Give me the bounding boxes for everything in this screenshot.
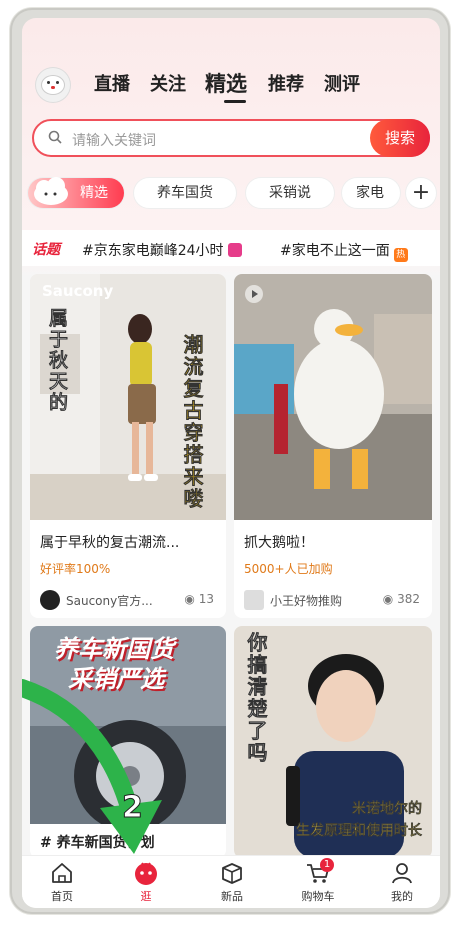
cart-badge: 1 bbox=[320, 858, 334, 872]
chip-buyer-talk[interactable]: 采销说 bbox=[246, 178, 334, 208]
nav-home[interactable]: 首页 bbox=[32, 860, 92, 904]
card-author: 小王好物推购 bbox=[244, 590, 342, 610]
top-bar: 直播 关注 精选 推荐 测评 bbox=[22, 62, 440, 108]
nose bbox=[51, 86, 55, 89]
chip-label: 精选 bbox=[80, 185, 108, 201]
nav-cart[interactable]: 1 购物车 bbox=[288, 858, 348, 904]
add-chip-button[interactable]: + bbox=[406, 178, 436, 208]
box-icon bbox=[222, 863, 242, 884]
play-icon bbox=[245, 285, 263, 303]
card-title: 属于早秋的复古潮流... bbox=[40, 535, 180, 551]
chip-car-brands[interactable]: 养车国货 bbox=[134, 178, 236, 208]
tab-review[interactable]: 测评 bbox=[324, 70, 360, 96]
topic-item[interactable]: #家电不止这一面热 bbox=[280, 240, 408, 262]
brand-logo: Saucony bbox=[42, 282, 114, 300]
tab-featured[interactable]: 精选 bbox=[205, 68, 247, 98]
card-meta: 5000+人已加购 bbox=[244, 562, 333, 576]
home-icon bbox=[52, 863, 72, 883]
feed-card[interactable]: Saucony 属于秋天的 潮流复古穿搭来喽 属于早秋的复古潮流... 好评率1… bbox=[30, 274, 226, 618]
overlay-line: 养车新国货 bbox=[54, 635, 174, 663]
author-name: Saucony官方... bbox=[66, 594, 153, 608]
caption-line: 米诺地尔的 bbox=[352, 801, 422, 817]
card-meta: 好评率100% bbox=[40, 562, 111, 576]
topic-badge-icon bbox=[227, 243, 242, 257]
nav-label: 新品 bbox=[221, 890, 243, 903]
tab-recommend[interactable]: 推荐 bbox=[268, 70, 304, 96]
hot-badge: 热 bbox=[393, 248, 408, 262]
tab-live[interactable]: 直播 bbox=[94, 70, 130, 96]
card-author: Saucony官方... bbox=[40, 590, 153, 610]
card-image bbox=[234, 274, 432, 520]
topic-text: #家电不止这一面 bbox=[280, 243, 390, 259]
topic-text: #京东家电巅峰24小时 bbox=[82, 243, 224, 259]
topic-item[interactable]: #京东家电巅峰24小时 bbox=[82, 240, 242, 260]
nav-label: 首页 bbox=[51, 890, 73, 903]
search-icon bbox=[48, 130, 62, 144]
step-number: 2 bbox=[122, 790, 144, 826]
nav-label: 我的 bbox=[391, 890, 413, 903]
view-count: ◉ 382 bbox=[382, 592, 420, 606]
overlay-text: 你搞清楚了吗 bbox=[244, 632, 269, 765]
search-input[interactable]: 请输入关键词 bbox=[72, 130, 156, 150]
nav-profile[interactable]: 我的 bbox=[372, 860, 432, 904]
chip-home-appliance[interactable]: 家电 bbox=[342, 178, 400, 208]
topics-logo: 话题 bbox=[32, 242, 60, 258]
caption-line: 生发原理和使用时长 bbox=[296, 823, 422, 839]
topics-bar: 话题 #京东家电巅峰24小时 #家电不止这一面热 bbox=[22, 230, 440, 266]
tab-follow[interactable]: 关注 bbox=[150, 70, 186, 96]
overlay-caption: 米诺地尔的 生发原理和使用时长 bbox=[296, 798, 422, 842]
avatar[interactable] bbox=[36, 68, 70, 102]
cloud-mascot-icon bbox=[34, 177, 68, 205]
views-value: 13 bbox=[198, 592, 214, 606]
eye bbox=[56, 81, 59, 84]
feed-card[interactable]: 你搞清楚了吗 米诺地尔的 生发原理和使用时长 bbox=[234, 626, 432, 858]
nav-stroll[interactable]: 逛 bbox=[116, 860, 176, 904]
search-bar[interactable]: 请输入关键词 搜索 bbox=[32, 119, 430, 157]
arrow-annotation-icon bbox=[22, 679, 162, 854]
nav-label: 购物车 bbox=[301, 890, 335, 903]
active-tab-indicator bbox=[224, 100, 246, 103]
author-name: 小王好物推购 bbox=[270, 594, 343, 608]
author-avatar bbox=[40, 590, 60, 610]
view-count: ◉ 13 bbox=[184, 592, 214, 606]
app-screen: 直播 关注 精选 推荐 测评 请输入关键词 搜索 精选 养车国货 采销说 家电 bbox=[22, 18, 440, 908]
feed-card[interactable]: 抓大鹅啦！ 5000+人已加购 小王好物推购 ◉ 382 bbox=[234, 274, 432, 618]
nav-new[interactable]: 新品 bbox=[202, 860, 262, 904]
nav-label: 逛 bbox=[140, 890, 152, 903]
overlay-text: 属于秋天的 bbox=[46, 308, 68, 413]
search-button[interactable]: 搜索 bbox=[370, 119, 430, 157]
author-avatar bbox=[244, 590, 264, 610]
card-title: 抓大鹅啦！ bbox=[244, 535, 314, 551]
eye bbox=[47, 81, 50, 84]
chip-featured[interactable]: 精选 bbox=[28, 177, 124, 208]
category-chips: 精选 养车国货 采销说 家电 + bbox=[22, 176, 440, 212]
dog-icon bbox=[42, 76, 64, 94]
views-value: 382 bbox=[397, 592, 420, 606]
user-icon bbox=[392, 863, 412, 884]
bottom-nav: 首页 逛 新品 1 购物车 我的 bbox=[22, 856, 440, 908]
overlay-text: 潮流复古穿搭来喽 bbox=[180, 334, 204, 510]
stroll-icon bbox=[135, 862, 157, 885]
